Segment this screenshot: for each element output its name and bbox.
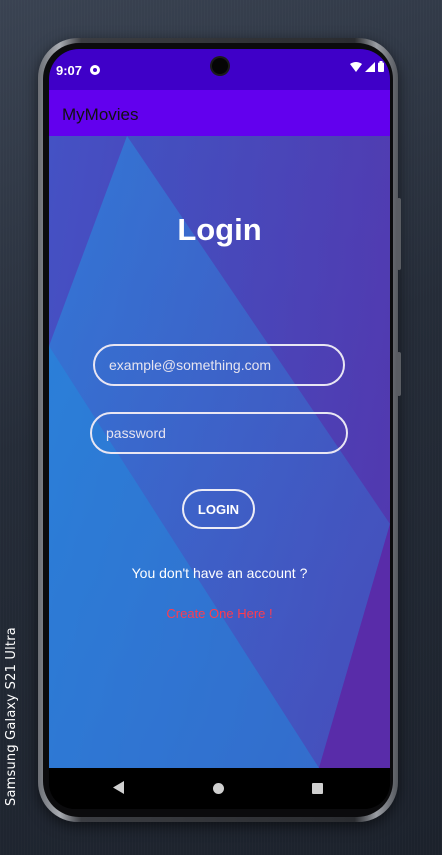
device-model-label: Samsung Galaxy S21 Ultra	[4, 627, 19, 806]
app-notification-icon	[90, 65, 100, 75]
recents-icon[interactable]	[312, 783, 323, 794]
status-time: 9:07	[56, 63, 83, 78]
email-input[interactable]	[93, 344, 345, 386]
password-input[interactable]	[90, 412, 348, 454]
signal-icon	[365, 61, 375, 72]
navigation-bar	[49, 768, 390, 809]
login-title: Login	[177, 212, 262, 247]
volume-button[interactable]	[397, 198, 401, 270]
no-account-prompt: You don't have an account ?	[131, 565, 308, 581]
status-bar: 9:07	[49, 49, 390, 90]
battery-icon	[378, 61, 384, 72]
phone-screen: 9:07 MyMovies Login example@something.co…	[49, 49, 390, 809]
app-title: MyMovies	[62, 105, 139, 124]
create-account-link[interactable]: Create One Here !	[49, 606, 390, 621]
back-icon[interactable]	[113, 781, 124, 794]
status-icons	[350, 61, 384, 72]
wifi-icon	[350, 61, 362, 72]
front-camera	[212, 58, 228, 74]
power-button[interactable]	[397, 352, 401, 396]
login-button[interactable]: LOGIN	[182, 489, 255, 529]
home-icon[interactable]	[213, 783, 224, 794]
app-bar: MyMovies	[49, 90, 390, 136]
login-screen: Login LOGIN You don't have an account ? …	[49, 136, 390, 768]
